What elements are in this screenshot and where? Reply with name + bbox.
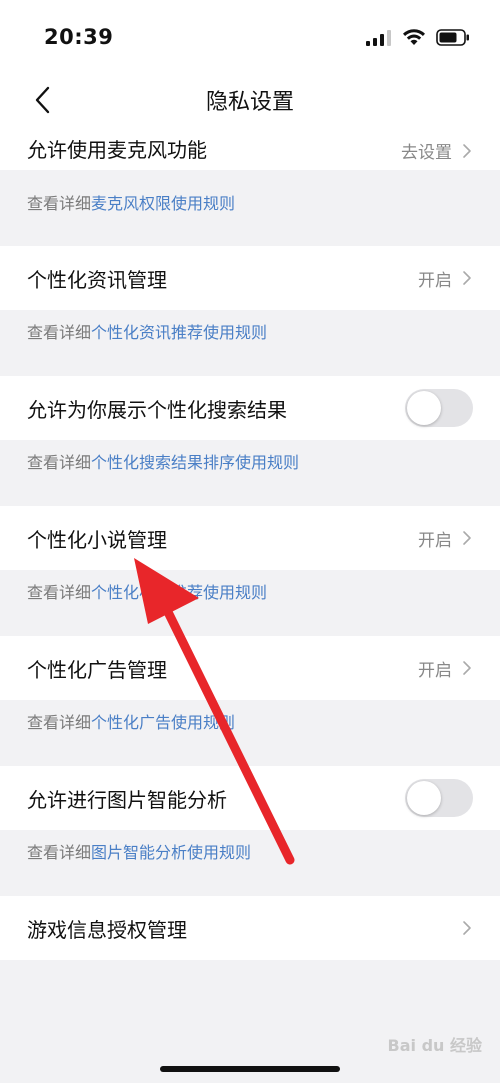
ads-note: 查看详细个性化广告使用规则 [0,700,500,746]
chevron-right-icon [463,921,471,935]
game-setting-right [462,920,472,936]
section-gap [0,219,500,246]
search-toggle[interactable] [405,389,473,427]
settings-list: 允许使用麦克风功能 去设置 查看详细麦克风权限使用规则 个性化资讯管理 开启 查… [0,130,500,960]
section-gap [0,356,500,376]
toggle-knob [407,391,441,425]
status-icons [366,28,470,46]
image-analysis-setting-row: 允许进行图片智能分析 [0,766,500,830]
image-analysis-note-text: 查看详细图片智能分析使用规则 [27,839,251,863]
ads-note-text: 查看详细个性化广告使用规则 [27,709,235,733]
novel-setting-row[interactable]: 个性化小说管理 开启 [0,506,500,570]
news-rule-link[interactable]: 个性化资讯推荐使用规则 [91,323,267,342]
battery-icon [436,29,469,46]
search-note: 查看详细个性化搜索结果排序使用规则 [0,440,500,486]
section-gap [0,616,500,636]
novel-note-prefix: 查看详细 [27,583,92,602]
search-rule-link[interactable]: 个性化搜索结果排序使用规则 [91,453,299,472]
image-analysis-toggle[interactable] [405,779,473,817]
image-analysis-setting-label: 允许进行图片智能分析 [27,787,227,812]
novel-note-text: 查看详细个性化小说推荐使用规则 [27,579,267,603]
microphone-setting-right: 去设置 [401,138,472,163]
novel-setting-label: 个性化小说管理 [27,527,167,552]
image-analysis-note: 查看详细图片智能分析使用规则 [0,830,500,876]
news-setting-right: 开启 [418,266,472,291]
search-note-prefix: 查看详细 [27,453,92,472]
microphone-setting-row[interactable]: 允许使用麦克风功能 去设置 [0,130,500,170]
ads-setting-row[interactable]: 个性化广告管理 开启 [0,636,500,700]
status-bar: 20:39 [0,0,500,78]
news-setting-row[interactable]: 个性化资讯管理 开启 [0,246,500,310]
novel-setting-right: 开启 [418,526,472,551]
microphone-setting-label: 允许使用麦克风功能 [27,138,207,162]
home-indicator [160,1066,340,1072]
news-note: 查看详细个性化资讯推荐使用规则 [0,310,500,356]
novel-rule-link[interactable]: 个性化小说推荐使用规则 [91,583,267,602]
news-note-text: 查看详细个性化资讯推荐使用规则 [27,319,267,343]
ads-rule-link[interactable]: 个性化广告使用规则 [91,713,235,732]
search-setting-label: 允许为你展示个性化搜索结果 [27,397,287,422]
status-time: 20:39 [44,25,114,49]
section-gap [0,486,500,506]
game-setting-label: 游戏信息授权管理 [27,917,187,942]
microphone-setting-value: 去设置 [401,143,452,163]
image-analysis-note-prefix: 查看详细 [27,843,92,862]
baidu-jingyan-watermark: Bai du 经验 [387,1036,482,1055]
chevron-right-icon [463,531,471,545]
ads-note-prefix: 查看详细 [27,713,92,732]
news-note-prefix: 查看详细 [27,323,92,342]
nav-bar: 隐私设置 [0,78,500,130]
search-setting-row: 允许为你展示个性化搜索结果 [0,376,500,440]
novel-note: 查看详细个性化小说推荐使用规则 [0,570,500,616]
search-note-text: 查看详细个性化搜索结果排序使用规则 [27,449,299,473]
wifi-icon [403,29,425,45]
novel-setting-value: 开启 [418,530,452,551]
toggle-knob [407,781,441,815]
microphone-note-text: 查看详细麦克风权限使用规则 [27,190,235,214]
page-title: 隐私设置 [205,90,294,115]
section-gap [0,746,500,766]
chevron-right-icon [463,271,471,285]
ads-setting-label: 个性化广告管理 [27,657,167,682]
microphone-note-prefix: 查看详细 [27,194,92,213]
microphone-note: 查看详细麦克风权限使用规则 [0,170,500,219]
microphone-rule-link[interactable]: 麦克风权限使用规则 [91,194,235,213]
game-setting-row[interactable]: 游戏信息授权管理 [0,896,500,960]
ads-setting-right: 开启 [418,656,472,681]
news-setting-value: 开启 [418,270,452,291]
news-setting-label: 个性化资讯管理 [27,267,167,292]
section-gap [0,876,500,896]
chevron-right-icon [463,661,471,675]
chevron-right-icon [463,143,471,158]
ads-setting-value: 开启 [418,660,452,681]
cellular-signal-icon [366,30,391,46]
image-analysis-rule-link[interactable]: 图片智能分析使用规则 [91,843,251,862]
